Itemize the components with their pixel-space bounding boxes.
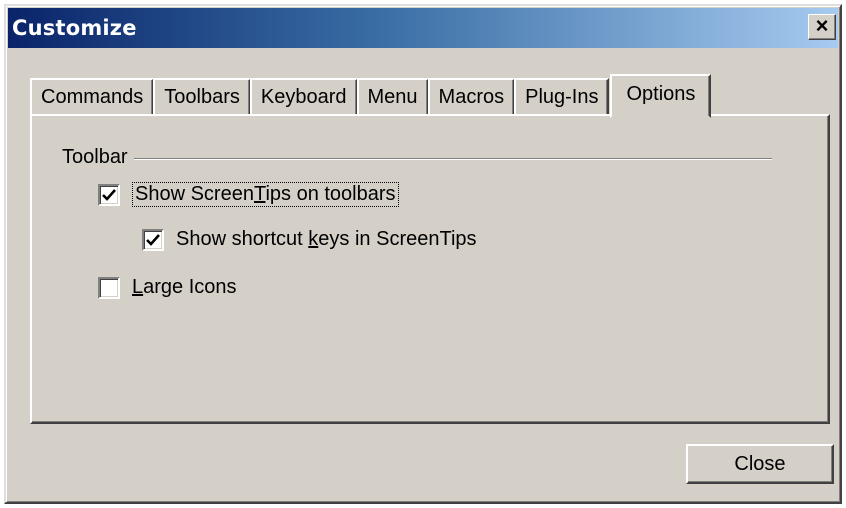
tab-options[interactable]: Options: [610, 74, 712, 118]
tab-menu[interactable]: Menu: [356, 78, 429, 116]
mnemonic: L: [132, 276, 144, 298]
show-screentips-label: Show ScreenTips on toolbars: [132, 182, 399, 207]
close-button[interactable]: Close: [686, 444, 834, 484]
group-divider: [62, 158, 772, 160]
tab-toolbars[interactable]: Toolbars: [153, 78, 251, 116]
title-bar[interactable]: Customize ×: [8, 8, 838, 48]
label-part: Show shortcut: [176, 228, 309, 250]
large-icons-checkbox[interactable]: [98, 276, 120, 299]
show-shortcut-keys-option[interactable]: Show shortcut keys in ScreenTips: [142, 228, 477, 251]
tab-macros[interactable]: Macros: [427, 78, 516, 116]
checkmark-icon: [102, 188, 116, 201]
show-screentips-option[interactable]: Show ScreenTips on toolbars: [98, 182, 399, 207]
show-shortcut-keys-checkbox[interactable]: [142, 228, 164, 251]
label-part: eys in ScreenTips: [318, 228, 477, 250]
options-panel: Toolbar Show ScreenTips on toolbars Show…: [30, 114, 830, 424]
label-part: arge Icons: [143, 276, 237, 298]
mnemonic: k: [308, 228, 319, 250]
mnemonic: T: [253, 183, 266, 205]
tab-commands[interactable]: Commands: [30, 78, 155, 116]
checkmark-icon: [146, 233, 160, 246]
large-icons-label: Large Icons: [132, 276, 237, 299]
toolbar-group-label: Toolbar: [62, 146, 134, 169]
label-part: Show Screen: [135, 183, 254, 205]
tab-keyboard[interactable]: Keyboard: [249, 78, 358, 116]
show-shortcut-keys-label: Show shortcut keys in ScreenTips: [176, 228, 477, 251]
customize-dialog: Customize × Commands Toolbars Keyboard M…: [4, 4, 842, 504]
label-part: ips on toolbars: [265, 183, 396, 205]
dialog-title: Customize: [12, 16, 137, 40]
tab-strip: Commands Toolbars Keyboard Menu Macros P…: [30, 72, 712, 118]
large-icons-option[interactable]: Large Icons: [98, 276, 237, 299]
close-icon[interactable]: ×: [808, 14, 836, 40]
show-screentips-checkbox[interactable]: [98, 183, 120, 206]
tab-plug-ins[interactable]: Plug-Ins: [514, 78, 610, 116]
